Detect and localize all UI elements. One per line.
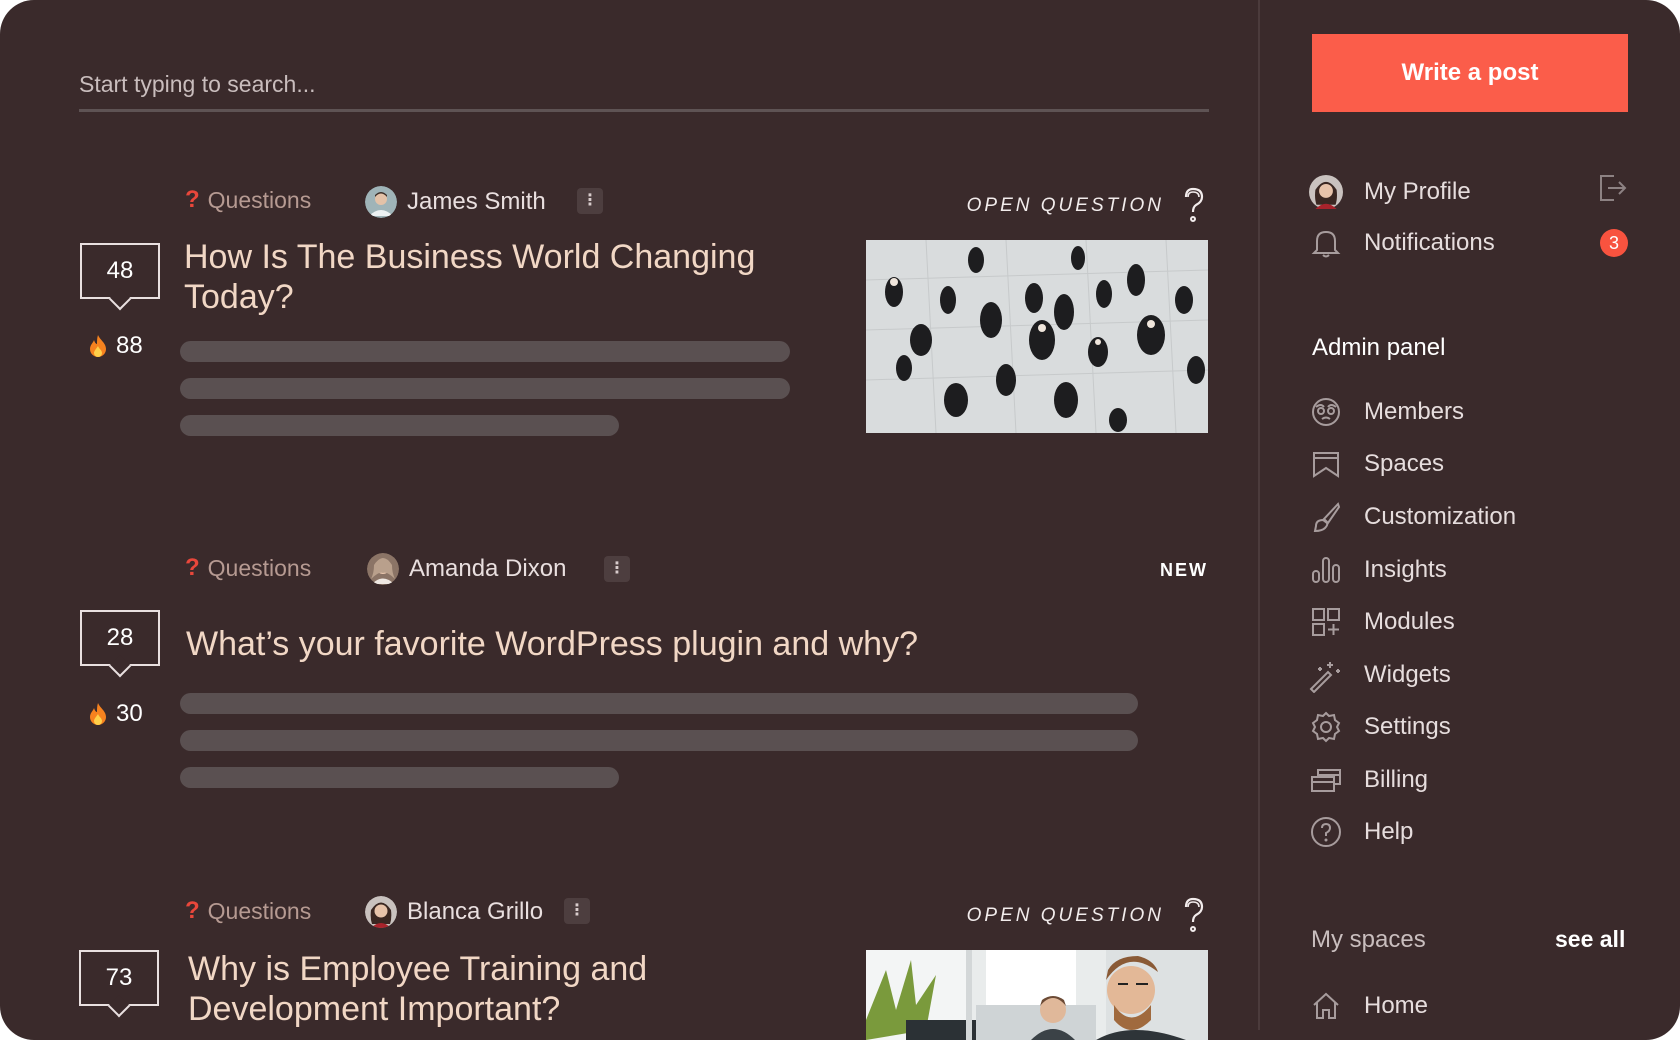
sidebar-item-profile[interactable]: My Profile — [1308, 172, 1471, 212]
sidebar-divider — [1258, 0, 1260, 1030]
post-category[interactable]: ? Questions — [185, 897, 311, 925]
sidebar-item-label: Insights — [1364, 556, 1447, 583]
post-title-line: Why is Employee Training and — [188, 950, 648, 988]
category-label: Questions — [207, 897, 312, 924]
sidebar-item-label: Modules — [1364, 608, 1455, 635]
sidebar-item-spaces[interactable]: Spaces — [1308, 444, 1444, 484]
admin-panel-heading: Admin panel — [1312, 334, 1446, 361]
sidebar-item-settings[interactable]: Settings — [1308, 707, 1451, 747]
post-title-line: Development Important? — [188, 990, 561, 1028]
sidebar-item-label: Help — [1364, 818, 1414, 845]
sidebar-item-label: Notifications — [1364, 229, 1495, 256]
sidebar-item-help[interactable]: Help — [1308, 812, 1413, 852]
settings-icon — [1308, 709, 1344, 745]
status-label: OPEN QUESTION — [966, 905, 1164, 926]
question-mark-icon: ? — [185, 897, 200, 924]
bell-icon — [1308, 225, 1344, 261]
avatar — [365, 896, 397, 928]
help-icon — [1308, 814, 1344, 850]
write-post-button[interactable]: Write a post — [1312, 34, 1628, 112]
sidebar-item-home[interactable]: Home — [1308, 986, 1428, 1026]
profile-avatar — [1308, 174, 1344, 210]
sidebar-item-modules[interactable]: Modules — [1308, 602, 1455, 642]
open-question-icon — [1184, 897, 1204, 932]
sidebar-item-label: Home — [1364, 992, 1429, 1019]
sidebar-item-label: Spaces — [1364, 450, 1445, 477]
sidebar-item-customization[interactable]: Customization — [1308, 497, 1516, 537]
billing-icon — [1308, 762, 1344, 798]
spaces-icon — [1308, 446, 1344, 482]
author-name: Blanca Grillo — [407, 898, 544, 925]
sidebar-item-notifications[interactable]: Notifications — [1308, 223, 1495, 263]
sidebar-item-billing[interactable]: Billing — [1308, 760, 1428, 800]
see-all-link[interactable]: see all — [1555, 926, 1625, 953]
sidebar-item-label: My Profile — [1364, 178, 1471, 205]
logout-icon[interactable] — [1596, 172, 1628, 204]
post-card: ? Questions Blanca Grillo ⋮ OPEN QUESTIO… — [0, 0, 1258, 1040]
members-icon — [1308, 394, 1344, 430]
sidebar-item-label: Members — [1364, 398, 1465, 425]
insights-icon — [1308, 552, 1344, 588]
post-menu-button[interactable]: ⋮ — [564, 898, 590, 924]
customization-icon — [1308, 499, 1344, 535]
app-frame: ? Questions James Smith ⋮ OPEN QUESTION … — [0, 0, 1680, 1040]
widgets-icon — [1308, 657, 1344, 693]
notification-badge: 3 — [1600, 229, 1628, 257]
sidebar-item-widgets[interactable]: Widgets — [1308, 655, 1451, 695]
my-spaces-heading: My spaces — [1311, 926, 1426, 953]
comment-count-value: 73 — [105, 964, 133, 991]
sidebar-item-label: Settings — [1364, 713, 1451, 740]
sidebar-item-members[interactable]: Members — [1308, 392, 1464, 432]
post-title[interactable]: Why is Employee Training and Development… — [188, 949, 647, 1029]
modules-icon — [1308, 604, 1344, 640]
sidebar-item-insights[interactable]: Insights — [1308, 550, 1447, 590]
sidebar-item-label: Widgets — [1364, 661, 1451, 688]
post-status: OPEN QUESTION — [967, 896, 1208, 936]
post-thumbnail[interactable] — [866, 950, 1208, 1040]
comment-count[interactable]: 73 — [79, 950, 159, 1006]
sidebar-item-label: Billing — [1364, 766, 1429, 793]
post-author[interactable]: Blanca Grillo — [365, 896, 543, 928]
sidebar-item-label: Customization — [1364, 503, 1517, 530]
home-icon — [1308, 988, 1344, 1024]
